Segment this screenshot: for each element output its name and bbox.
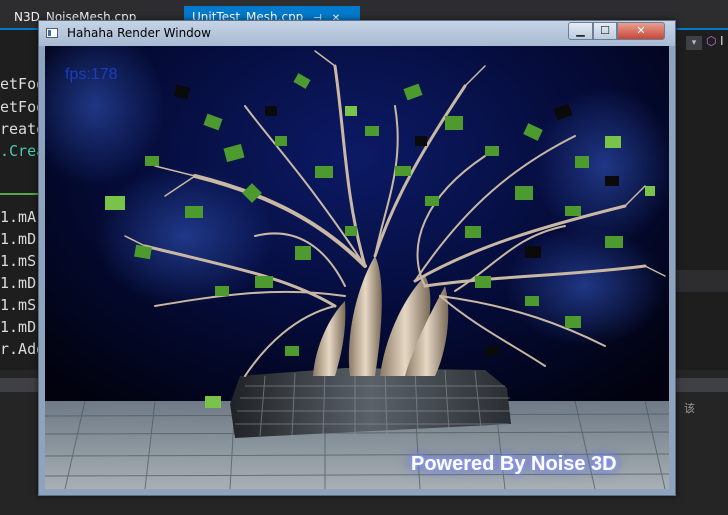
code-editor[interactable]: etFog etFog reate .Crea 1.mA 1.mD 1.mS 1… xyxy=(0,30,40,370)
window-title: Hahaha Render Window xyxy=(67,26,211,40)
code-line: 1.mS xyxy=(0,252,37,270)
window-titlebar[interactable]: Hahaha Render Window ▁ ☐ ✕ xyxy=(39,21,675,46)
member-dropdown-label[interactable]: I xyxy=(720,34,724,48)
sky-glow xyxy=(95,166,275,306)
code-line: etFog xyxy=(0,75,40,93)
window-app-icon xyxy=(46,28,58,38)
panel-strip xyxy=(676,270,728,292)
code-line: 1.mS xyxy=(0,296,37,314)
ide-right-panel: ▾ ⬡ I xyxy=(676,30,728,370)
code-line: r.Add xyxy=(0,340,40,358)
code-line: etFog xyxy=(0,98,40,116)
sky-glow xyxy=(505,226,665,346)
fps-counter: fps:178 xyxy=(65,66,118,83)
dropdown-arrow-icon[interactable]: ▾ xyxy=(686,36,702,50)
code-line: 1.mD xyxy=(0,230,37,248)
code-line: .Crea xyxy=(0,142,40,160)
render-viewport[interactable]: fps:178 Powered By Noise 3D xyxy=(45,46,669,489)
close-button[interactable]: ✕ xyxy=(617,22,665,40)
code-line: 1.mD xyxy=(0,274,37,292)
minimize-button[interactable]: ▁ xyxy=(568,22,593,40)
code-line: 1.mA xyxy=(0,208,37,226)
code-line: reate xyxy=(0,120,40,138)
side-char: 该 xyxy=(684,402,695,415)
engine-watermark: Powered By Noise 3D xyxy=(411,453,617,475)
code-line: 1.mD xyxy=(0,318,37,336)
cube-icon: ⬡ xyxy=(706,34,717,48)
code-separator xyxy=(0,193,40,195)
maximize-button[interactable]: ☐ xyxy=(593,22,617,40)
render-window[interactable]: Hahaha Render Window ▁ ☐ ✕ fps:178 Power… xyxy=(38,20,676,496)
scene-canvas xyxy=(45,46,669,489)
